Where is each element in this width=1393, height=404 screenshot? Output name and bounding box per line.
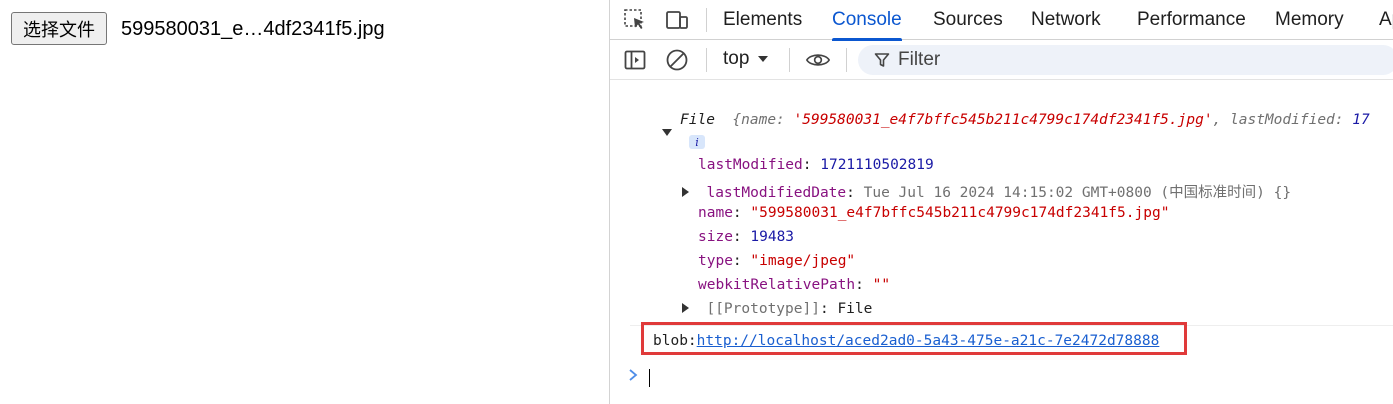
prop-row: webkitRelativePath: "" <box>698 277 891 293</box>
tab-elements[interactable]: Elements <box>723 0 802 40</box>
console-output: File {name: '599580031_e4f7bffc545b211c4… <box>610 81 1393 404</box>
prop-row-prototype[interactable]: [[Prototype]]: File <box>682 301 872 317</box>
prop-key: name <box>698 205 733 221</box>
tab-memory[interactable]: Memory <box>1275 0 1344 40</box>
prop-value: 1721110502819 <box>820 157 934 173</box>
prop-key: lastModifiedDate <box>706 185 847 201</box>
context-label: top <box>723 48 750 69</box>
prop-row: type: "image/jpeg" <box>698 253 856 269</box>
console-input-caret[interactable] <box>649 369 650 387</box>
clear-console-icon[interactable] <box>664 47 690 73</box>
prop-row: size: 19483 <box>698 229 795 245</box>
choose-file-button[interactable]: 选择文件 <box>11 12 107 45</box>
dropdown-arrow-icon <box>757 48 769 70</box>
filter-placeholder: Filter <box>898 49 941 70</box>
tab-performance[interactable]: Performance <box>1137 0 1246 40</box>
toolbar-divider-2 <box>789 48 790 72</box>
info-badge[interactable]: i <box>689 135 705 149</box>
tab-sources[interactable]: Sources <box>933 0 1003 40</box>
tabbar-divider <box>706 8 707 32</box>
tab-application[interactable]: Ap <box>1379 0 1393 40</box>
preview-key-name: name <box>741 112 777 128</box>
prop-value: "" <box>872 277 891 293</box>
toolbar-divider <box>706 48 707 72</box>
blob-url-link[interactable]: http://localhost/aced2ad0-5a43-475e-a21c… <box>697 333 1160 349</box>
preview-value-name: '599580031_e4f7bffc545b211c4799c174df234… <box>793 112 1213 128</box>
eye-icon[interactable] <box>805 47 831 73</box>
toolbar-divider-3 <box>846 48 847 72</box>
page-viewport: 选择文件 599580031_e…4df2341f5.jpg <box>0 0 609 404</box>
prop-key: webkitRelativePath <box>698 277 856 293</box>
collapsed-triangle-icon <box>682 187 689 197</box>
prop-row-expandable[interactable]: lastModifiedDate: Tue Jul 16 2024 14:15:… <box>682 181 1291 202</box>
object-type: File <box>680 112 715 128</box>
expanded-triangle-icon <box>662 129 672 136</box>
filter-input[interactable]: Filter <box>858 45 1393 75</box>
prop-value: 19483 <box>750 229 795 245</box>
prompt-chevron-icon <box>628 367 638 386</box>
prop-key: size <box>698 229 733 245</box>
preview-value-lastmodified: 17 <box>1352 112 1370 128</box>
device-toolbar-icon[interactable] <box>664 7 690 33</box>
preview-key-lastmodified: lastModified <box>1230 112 1335 128</box>
prop-value: "image/jpeg" <box>750 253 856 269</box>
prop-key: type <box>698 253 733 269</box>
object-expand-toggle[interactable] <box>662 124 672 140</box>
devtools-tab-bar: Elements Console Sources Network Perform… <box>610 0 1393 41</box>
prop-value: File <box>837 301 873 317</box>
prop-value: "599580031_e4f7bffc545b211c4799c174df234… <box>750 205 1170 221</box>
blob-prefix: blob: <box>653 333 697 349</box>
sidebar-toggle-icon[interactable] <box>622 47 648 73</box>
context-selector[interactable]: top <box>723 48 769 70</box>
filter-icon <box>874 52 890 68</box>
prop-row: lastModified: 1721110502819 <box>698 157 934 173</box>
devtools-panel: Elements Console Sources Network Perform… <box>609 0 1393 404</box>
object-preview[interactable]: File {name: '599580031_e4f7bffc545b211c4… <box>680 112 1370 128</box>
tab-console[interactable]: Console <box>832 0 902 41</box>
prop-value: Tue Jul 16 2024 14:15:02 GMT+0800 (中国标准时… <box>863 185 1292 201</box>
blob-log-line: blob:http://localhost/aced2ad0-5a43-475e… <box>653 333 1159 349</box>
tab-network[interactable]: Network <box>1031 0 1101 40</box>
prop-row: name: "599580031_e4f7bffc545b211c4799c17… <box>698 205 1170 221</box>
collapsed-triangle-icon <box>682 303 689 313</box>
selected-file-name: 599580031_e…4df2341f5.jpg <box>121 18 385 40</box>
prop-key: [[Prototype]] <box>706 301 820 317</box>
prop-key: lastModified <box>698 157 803 173</box>
inspect-element-icon[interactable] <box>622 7 648 33</box>
